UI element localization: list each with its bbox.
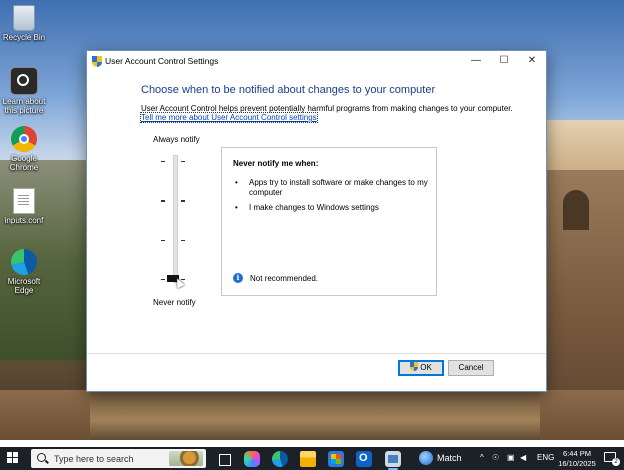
search-placeholder: Type here to search	[54, 454, 134, 464]
dialog-description: User Account Control helps prevent poten…	[141, 104, 513, 113]
title-bar[interactable]: User Account Control Settings — ☐ ✕	[87, 51, 546, 71]
uac-shield-icon	[410, 362, 419, 371]
slider-tick	[161, 279, 165, 280]
minimize-button[interactable]: —	[462, 51, 490, 71]
task-view-icon[interactable]	[216, 451, 232, 467]
dialog-heading: Choose when to be notified about changes…	[141, 84, 436, 96]
taskbar-search-box[interactable]: Type here to search	[31, 449, 206, 468]
cancel-button[interactable]: Cancel	[448, 360, 494, 376]
slider-tick	[181, 240, 185, 241]
desktop-icon-inputs-conf[interactable]: inputs.conf	[1, 188, 47, 225]
level-description-box: Never notify me when: Apps try to instal…	[221, 147, 437, 296]
bluetooth-icon[interactable]: ☉	[492, 453, 499, 462]
chevron-up-icon[interactable]: ^	[480, 453, 484, 462]
slider-tick	[181, 161, 185, 162]
network-icon[interactable]: ▣	[507, 453, 515, 462]
slider-bottom-label: Never notify	[153, 298, 196, 307]
language-indicator[interactable]: ENG	[537, 453, 554, 462]
weather-widget[interactable]: Match	[419, 447, 479, 470]
copilot-icon[interactable]	[244, 451, 260, 467]
info-note: Not recommended.	[250, 274, 319, 283]
info-title: Never notify me when:	[233, 159, 319, 168]
weather-icon	[419, 451, 433, 465]
search-highlight-image	[169, 451, 203, 466]
slider-tick	[161, 200, 165, 202]
desktop-icon-label: inputs.conf	[4, 216, 44, 225]
slider-top-label: Always notify	[153, 135, 200, 144]
wallpaper-valley	[90, 392, 540, 440]
desktop-icon-label: Learn about this picture	[2, 97, 46, 115]
desktop-icon-label: Microsoft Edge	[7, 277, 41, 295]
start-button[interactable]	[7, 452, 19, 464]
slider-track[interactable]	[173, 155, 178, 283]
volume-icon[interactable]: ◀	[520, 453, 526, 462]
weather-label: Match	[437, 453, 462, 463]
ok-button[interactable]: OK	[398, 360, 444, 376]
desktop-icon-label: Google Chrome	[9, 154, 39, 172]
learn-picture-icon	[10, 67, 38, 95]
edge-taskbar-icon[interactable]	[272, 451, 288, 467]
desktop-icon-learn-picture[interactable]: Learn about this picture	[1, 67, 47, 115]
file-icon	[13, 188, 35, 214]
notification-badge: 2	[612, 458, 620, 466]
info-bullet: Apps try to install software or make cha…	[233, 178, 428, 197]
maximize-button[interactable]: ☐	[490, 51, 518, 71]
slider-tick	[161, 161, 165, 162]
slider-tick	[181, 200, 185, 202]
desktop-icon-label: Recycle Bin	[2, 33, 46, 42]
file-explorer-icon[interactable]	[300, 451, 316, 467]
learn-more-link[interactable]: Tell me more about User Account Control …	[140, 112, 318, 123]
close-button[interactable]: ✕	[518, 51, 546, 71]
microsoft-store-icon[interactable]	[328, 451, 344, 467]
window-title: User Account Control Settings	[105, 56, 219, 66]
recycle-bin-icon	[13, 5, 35, 31]
chrome-icon	[11, 126, 37, 152]
desktop-icon-chrome[interactable]: Google Chrome	[1, 126, 47, 172]
system-clock[interactable]: 6:44 PM 16/10/2025	[557, 449, 597, 468]
taskbar: Type here to search Match ^ ☉ ▣ ◀ ENG 6:…	[0, 447, 624, 470]
outlook-icon[interactable]	[356, 451, 372, 467]
uac-settings-dialog: User Account Control Settings — ☐ ✕ Choo…	[86, 50, 547, 392]
uac-settings-taskbar-icon[interactable]	[385, 451, 401, 470]
ok-button-label: OK	[420, 363, 432, 372]
clock-date: 16/10/2025	[558, 458, 596, 468]
notification-center-icon[interactable]: 2	[604, 452, 620, 466]
footer-divider	[87, 353, 546, 354]
info-bullet-list: Apps try to install software or make cha…	[233, 178, 428, 219]
wallpaper-bridge-arch	[563, 190, 589, 230]
search-icon	[37, 453, 46, 462]
info-icon: i	[233, 273, 243, 283]
desktop-icon-recycle-bin[interactable]: Recycle Bin	[1, 5, 47, 42]
edge-icon	[11, 249, 37, 275]
clock-time: 6:44 PM	[563, 449, 591, 458]
uac-shield-icon	[92, 56, 102, 67]
info-bullet: I make changes to Windows settings	[233, 203, 428, 213]
desktop-icon-edge[interactable]: Microsoft Edge	[1, 249, 47, 295]
slider-tick	[161, 240, 165, 241]
